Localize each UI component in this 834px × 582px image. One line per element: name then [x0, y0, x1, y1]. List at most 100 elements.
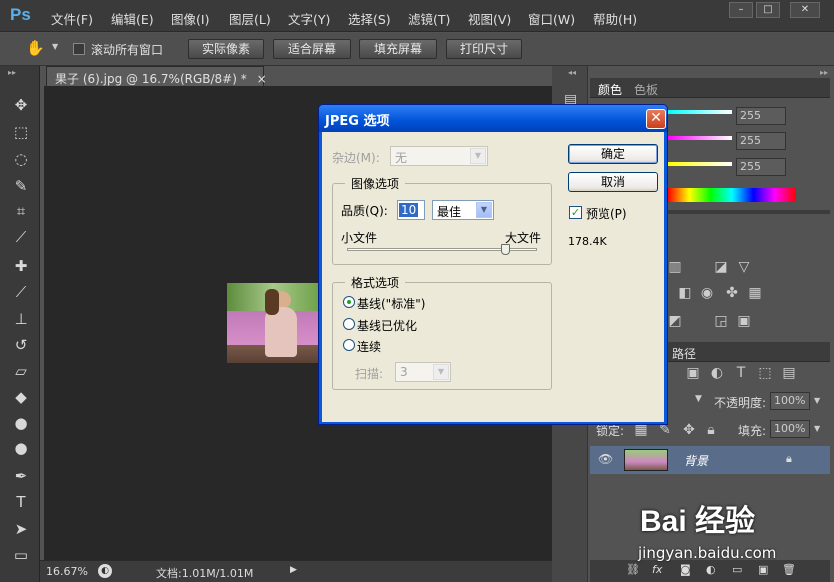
- color-spectrum[interactable]: [668, 188, 796, 202]
- healing-tool-icon[interactable]: ✚: [9, 255, 33, 277]
- close-document-icon[interactable]: ×: [257, 72, 267, 86]
- filter-shape-icon[interactable]: ⬚: [756, 364, 774, 382]
- hand-tool-icon[interactable]: ✋: [26, 39, 45, 57]
- new-group-icon[interactable]: ▭: [732, 563, 742, 576]
- minimize-button[interactable]: –: [729, 2, 753, 18]
- tool-preset-arrow-icon[interactable]: ▼: [52, 42, 58, 51]
- close-app-button[interactable]: ✕: [790, 2, 820, 18]
- history-brush-tool-icon[interactable]: ↺: [9, 334, 33, 356]
- status-info-icon[interactable]: ◐: [98, 564, 112, 578]
- rectangle-tool-icon[interactable]: ▭: [9, 544, 33, 566]
- menu-filter[interactable]: 滤镜(T): [408, 9, 450, 28]
- selective-color-adjust-icon[interactable]: ◲: [712, 312, 730, 330]
- blur-tool-icon[interactable]: ●: [9, 412, 33, 434]
- ok-button[interactable]: 确定: [568, 144, 658, 164]
- lock-all-icon[interactable]: 🔒︎: [702, 421, 720, 439]
- posterize-adjust-icon[interactable]: ◩: [666, 312, 684, 330]
- color-value-3[interactable]: 255: [736, 158, 786, 176]
- layer-name[interactable]: 背景: [684, 452, 708, 469]
- actual-pixels-button[interactable]: 实际像素: [188, 39, 264, 59]
- opacity-field[interactable]: 100%: [770, 392, 810, 410]
- lock-position-icon[interactable]: ✥: [680, 421, 698, 439]
- fill-field[interactable]: 100%: [770, 420, 810, 438]
- quality-input[interactable]: 10: [397, 200, 425, 220]
- color-balance-adjust-icon[interactable]: ◧: [676, 284, 694, 302]
- curves-adjust-icon[interactable]: ◪: [712, 258, 730, 276]
- channel-mixer-adjust-icon[interactable]: ✤: [723, 284, 741, 302]
- menu-help[interactable]: 帮助(H): [593, 9, 637, 28]
- color-lookup-adjust-icon[interactable]: ▦: [746, 284, 764, 302]
- color-value-1[interactable]: 255: [736, 107, 786, 125]
- matte-select[interactable]: 无 ▼: [390, 146, 488, 166]
- menu-file[interactable]: 文件(F): [51, 9, 93, 28]
- menu-view[interactable]: 视图(V): [468, 9, 511, 28]
- marquee-tool-icon[interactable]: ⬚: [9, 121, 33, 143]
- eraser-tool-icon[interactable]: ▱: [9, 360, 33, 382]
- maximize-button[interactable]: □: [756, 2, 780, 18]
- eyedropper-tool-icon[interactable]: ⟋: [9, 226, 33, 248]
- layer-row-background[interactable]: 👁︎ 背景 🔒︎: [590, 446, 830, 474]
- menu-window[interactable]: 窗口(W): [528, 9, 575, 28]
- menu-type[interactable]: 文字(Y): [288, 9, 330, 28]
- add-mask-icon[interactable]: ◙: [680, 563, 691, 576]
- new-layer-icon[interactable]: ▣: [758, 563, 768, 576]
- quality-preset-arrow-icon[interactable]: ▼: [476, 202, 492, 218]
- fit-screen-button[interactable]: 适合屏幕: [273, 39, 351, 59]
- collapse-icon[interactable]: ▸▸: [8, 68, 16, 77]
- document-tab[interactable]: 果子 (6).jpg @ 16.7%(RGB/8#) * ×: [46, 66, 267, 86]
- blend-mode-arrow-icon[interactable]: ▼: [695, 394, 702, 404]
- dialog-close-button[interactable]: ✕: [646, 109, 666, 129]
- quality-slider-thumb[interactable]: [500, 244, 510, 255]
- menu-layer[interactable]: 图层(L): [229, 9, 271, 28]
- link-layers-icon[interactable]: ⛓: [626, 563, 640, 576]
- camera-adjust-icon[interactable]: ◉: [698, 284, 716, 302]
- radio-baseline-standard[interactable]: [343, 296, 355, 308]
- filter-adjustment-icon[interactable]: ◐: [708, 364, 726, 382]
- progressive-label[interactable]: 连续: [357, 338, 381, 355]
- matte-dropdown-arrow-icon[interactable]: ▼: [470, 148, 486, 164]
- baseline-optimized-label[interactable]: 基线已优化: [357, 317, 417, 334]
- dodge-tool-icon[interactable]: ●: [9, 437, 33, 459]
- color-value-2[interactable]: 255: [736, 132, 786, 150]
- cancel-button[interactable]: 取消: [568, 172, 658, 192]
- dock-collapse-icon[interactable]: ◂◂: [568, 68, 576, 77]
- delete-layer-icon[interactable]: 🗑︎: [782, 563, 796, 576]
- menu-edit[interactable]: 编辑(E): [111, 9, 154, 28]
- tab-swatches[interactable]: 色板: [634, 81, 658, 98]
- fill-screen-button[interactable]: 填充屏幕: [359, 39, 437, 59]
- menu-image[interactable]: 图像(I): [171, 9, 209, 28]
- fx-icon[interactable]: fx: [652, 563, 662, 576]
- quality-preset-select[interactable]: 最佳 ▼: [432, 200, 494, 220]
- status-menu-arrow-icon[interactable]: ▶: [290, 565, 297, 575]
- pen-tool-icon[interactable]: ✒: [9, 465, 33, 487]
- print-size-button[interactable]: 打印尺寸: [446, 39, 522, 59]
- baseline-standard-label[interactable]: 基线("标准"): [357, 295, 425, 312]
- bucket-tool-icon[interactable]: ◆: [9, 386, 33, 408]
- preview-checkbox[interactable]: ✓: [569, 206, 582, 219]
- layer-visibility-icon[interactable]: 👁︎: [598, 452, 613, 466]
- scroll-all-checkbox[interactable]: [73, 43, 85, 55]
- radio-baseline-optimized[interactable]: [343, 318, 355, 330]
- fill-arrow-icon[interactable]: ▼: [814, 424, 820, 433]
- filter-type-icon[interactable]: T: [732, 364, 750, 382]
- dock-expand-icon[interactable]: ▸▸: [820, 68, 828, 77]
- adjustment-layer-icon[interactable]: ◐: [706, 563, 716, 576]
- move-tool-icon[interactable]: ✥: [9, 94, 33, 116]
- tab-color[interactable]: 颜色: [598, 81, 622, 98]
- threshold-adjust-icon[interactable]: ▣: [735, 312, 753, 330]
- brush-tool-icon[interactable]: ⟋: [9, 281, 33, 303]
- levels-adjust-icon[interactable]: ▥: [666, 258, 684, 276]
- crop-tool-icon[interactable]: ⌗: [9, 200, 33, 222]
- lasso-tool-icon[interactable]: ◌: [9, 148, 33, 170]
- menu-select[interactable]: 选择(S): [348, 9, 391, 28]
- radio-progressive[interactable]: [343, 339, 355, 351]
- preview-label[interactable]: 预览(P): [586, 205, 627, 222]
- opacity-arrow-icon[interactable]: ▼: [814, 396, 820, 405]
- path-select-tool-icon[interactable]: ➤: [9, 518, 33, 540]
- quick-select-tool-icon[interactable]: ✎: [9, 175, 33, 197]
- tab-paths[interactable]: 路径: [672, 345, 696, 362]
- zoom-level[interactable]: 16.67%: [46, 565, 88, 578]
- type-tool-icon[interactable]: T: [9, 491, 33, 513]
- scans-dropdown-arrow-icon[interactable]: ▼: [433, 364, 449, 380]
- stamp-tool-icon[interactable]: ⊥: [9, 308, 33, 330]
